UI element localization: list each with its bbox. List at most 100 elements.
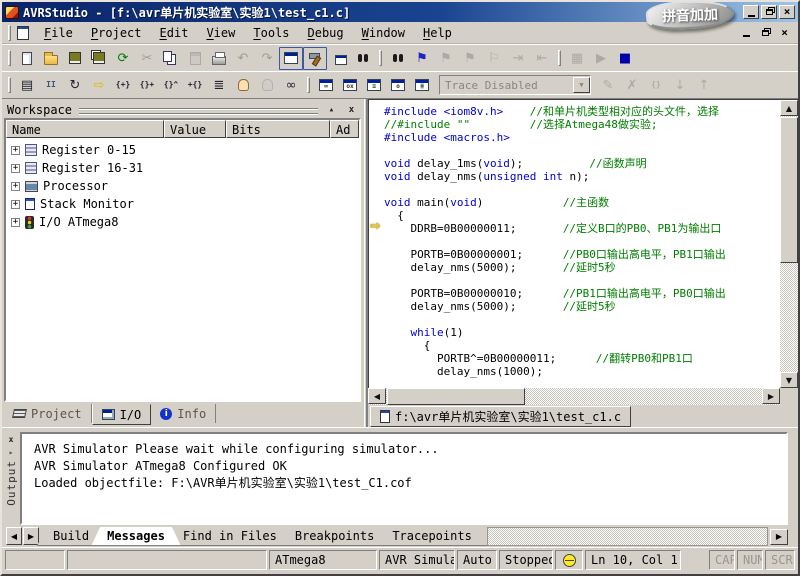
tree-item-register-16-31[interactable]: + Register 16-31	[6, 159, 359, 177]
expand-icon[interactable]: +	[11, 164, 20, 173]
code-line[interactable]	[369, 183, 780, 196]
toolbar-group-grip[interactable]	[307, 77, 310, 93]
refresh-button[interactable]: ⟳	[111, 47, 135, 70]
tree-item-register-0-15[interactable]: + Register 0-15	[6, 141, 359, 159]
code-line[interactable]: delay_nms(5000); //延时5秒	[369, 300, 780, 313]
title-bar[interactable]: AVRStudio - [f:\avr单片机实验室\实验1\test_c1.c]…	[2, 2, 798, 22]
editor-horizontal-scrollbar[interactable]: ◀ ▶	[368, 388, 798, 405]
new-file-button[interactable]	[15, 47, 39, 70]
show-next-statement-button[interactable]: ⇨	[87, 74, 111, 97]
undo-button[interactable]: ↶	[231, 47, 255, 70]
menu-debug[interactable]: Debug	[299, 23, 353, 43]
run-to-cursor-button[interactable]: +{}	[183, 74, 207, 97]
toolbar-group-grip[interactable]	[558, 50, 561, 66]
output-text-pane[interactable]: AVR Simulator Please wait while configur…	[20, 432, 788, 525]
scroll-down-icon[interactable]: ▼	[780, 372, 798, 388]
restore-button[interactable]	[761, 5, 777, 19]
build-button[interactable]	[303, 47, 327, 70]
column-header-address[interactable]: Ad	[330, 120, 359, 138]
break-button[interactable]	[231, 74, 255, 97]
code-area[interactable]: #include <iom8v.h> //和单片机类型相对应的头文件，选择 //…	[368, 100, 780, 388]
code-line[interactable]: void delay_nms(unsigned int n);	[369, 170, 780, 183]
redo-button[interactable]: ↷	[255, 47, 279, 70]
column-header-value[interactable]: Value	[164, 120, 226, 138]
step-into-button[interactable]: {+}	[111, 74, 135, 97]
print-button[interactable]	[207, 47, 231, 70]
trace-braces-button[interactable]: {}	[644, 74, 668, 97]
tab-project[interactable]: Project	[4, 404, 92, 423]
editor-vertical-scrollbar[interactable]: ▲ ▼	[780, 100, 798, 388]
code-line[interactable]: PORTB=0B00000001; //PB0口输出高电平，PB1口输出	[369, 248, 780, 261]
toolbar-group-grip[interactable]	[379, 50, 382, 66]
tab-scroll-right-icon[interactable]: ▶	[23, 527, 39, 545]
app-icon[interactable]	[5, 6, 19, 19]
menu-grip[interactable]	[8, 25, 11, 41]
save-all-button[interactable]	[87, 47, 111, 70]
menu-project[interactable]: Project	[82, 23, 151, 43]
scroll-right-icon[interactable]: ▶	[762, 388, 780, 404]
quick-watch-button[interactable]: ∞	[279, 74, 303, 97]
code-line[interactable]	[369, 313, 780, 326]
column-header-name[interactable]: Name	[6, 120, 164, 138]
tab-breakpoints[interactable]: Breakpoints	[279, 527, 390, 546]
minimize-button[interactable]	[743, 5, 759, 19]
vertical-scroll-thumb[interactable]	[780, 117, 798, 263]
cut-button[interactable]: ✂	[135, 47, 159, 70]
workspace-grip[interactable]	[79, 108, 318, 114]
find-button[interactable]	[386, 47, 410, 70]
reset-button[interactable]: ↻	[63, 74, 87, 97]
output-close-icon[interactable]: x	[5, 434, 17, 445]
code-line[interactable]	[369, 274, 780, 287]
horizontal-scroll-thumb[interactable]	[387, 388, 525, 405]
step-out-button[interactable]: {}^	[159, 74, 183, 97]
trace-edit-button[interactable]: ✎	[596, 74, 620, 97]
code-line[interactable]: delay_nms(1000);	[369, 365, 780, 378]
output-pin-icon[interactable]: ▸	[9, 448, 14, 457]
tab-find-in-files[interactable]: Find in Files	[167, 527, 293, 546]
code-line[interactable]: while(1)	[369, 326, 780, 339]
code-line[interactable]	[369, 144, 780, 157]
break-all-button[interactable]	[255, 74, 279, 97]
output-scroll-right-icon[interactable]: ▶	[770, 529, 788, 545]
tree-item-stack-monitor[interactable]: + Stack Monitor	[6, 195, 359, 213]
toggle-project-window-button[interactable]	[279, 47, 303, 70]
clear-bookmarks-button[interactable]: ⚐	[482, 47, 506, 70]
child-minimize-button[interactable]	[739, 26, 754, 39]
memory-view-button[interactable]: ▦	[565, 47, 589, 70]
code-line[interactable]: ⇨ DDRB=0B00000011; //定义B口的PB0、PB1为输出口	[369, 222, 780, 235]
menu-tools[interactable]: Tools	[244, 23, 298, 43]
tab-tracepoints[interactable]: Tracepoints	[376, 527, 487, 546]
toggle-memory-window-button[interactable]: o	[386, 74, 410, 97]
tree-item-i-o-atmega8[interactable]: + I/O ATmega8	[6, 213, 359, 231]
expand-icon[interactable]: +	[11, 182, 20, 191]
code-line[interactable]: void main(void) //主函数	[369, 196, 780, 209]
trace-clear-button[interactable]: ✗	[620, 74, 644, 97]
paste-button[interactable]	[183, 47, 207, 70]
menu-edit[interactable]: Edit	[151, 23, 198, 43]
find-in-files-button[interactable]	[351, 47, 375, 70]
close-button[interactable]: ×	[779, 5, 795, 19]
tab-i-o[interactable]: I/O	[92, 404, 152, 425]
trace-down-button[interactable]: ↓	[668, 74, 692, 97]
workspace-tree[interactable]: + Register 0-15 + Register 16-31 + Proce…	[6, 138, 359, 400]
toggle-message-window-button[interactable]: ox	[338, 74, 362, 97]
code-line[interactable]: delay_nms(5000); //延时5秒	[369, 261, 780, 274]
code-line[interactable]: PORTB=0B00000010; //PB1口输出高电平，PB0口输出	[369, 287, 780, 300]
output-scroll-track[interactable]	[487, 527, 768, 546]
expand-icon[interactable]: +	[11, 200, 20, 209]
chevron-down-icon[interactable]: ▼	[573, 77, 590, 93]
collapse-icon[interactable]: ▴	[325, 104, 338, 116]
toggle-watch-window-button[interactable]: ∞	[314, 74, 338, 97]
tree-item-processor[interactable]: + Processor	[6, 177, 359, 195]
child-close-button[interactable]: ×	[777, 26, 792, 39]
code-line[interactable]: void delay_1ms(void); //函数声明	[369, 157, 780, 170]
code-line[interactable]: #include <iom8v.h> //和单片机类型相对应的头文件，选择	[369, 105, 780, 118]
code-line[interactable]	[369, 235, 780, 248]
trace-select[interactable]: Trace Disabled ▼	[439, 75, 591, 95]
code-line[interactable]: PORTB^=0B00000011; //翻转PB0和PB1口	[369, 352, 780, 365]
column-header-bits[interactable]: Bits	[226, 120, 330, 138]
open-file-list-button[interactable]: ▤	[15, 74, 39, 97]
toggle-register-window-button[interactable]: ≡	[362, 74, 386, 97]
document-icon[interactable]	[17, 26, 29, 40]
outdent-button[interactable]: ⇤	[530, 47, 554, 70]
